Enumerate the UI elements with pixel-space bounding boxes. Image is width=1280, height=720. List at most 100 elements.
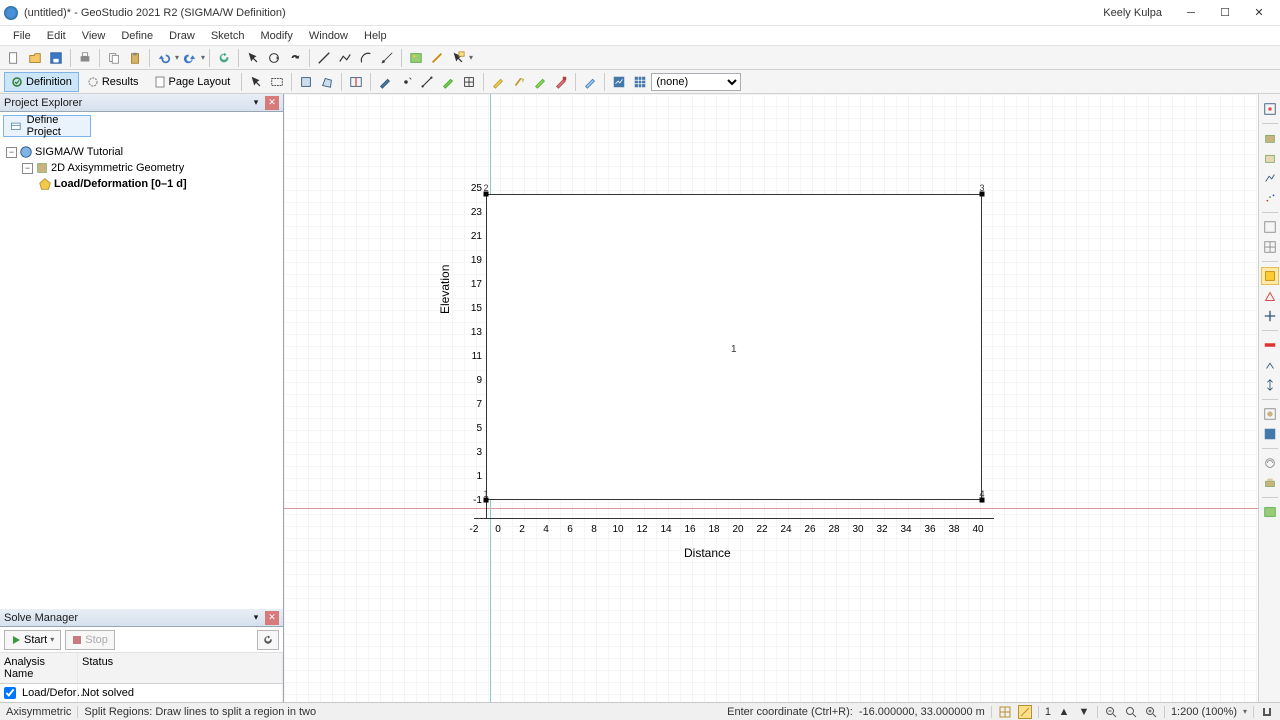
panel-close-icon[interactable]: ✕ xyxy=(265,611,279,625)
view-tool-9[interactable] xyxy=(1261,287,1279,305)
menu-draw[interactable]: Draw xyxy=(162,28,202,44)
menu-window[interactable]: Window xyxy=(302,28,355,44)
solve-row-name[interactable]: Load/Defor… xyxy=(0,684,78,702)
display-combo[interactable]: (none) xyxy=(651,73,741,91)
solve-row-checkbox[interactable] xyxy=(4,687,16,699)
bc-tool-1[interactable] xyxy=(488,72,508,92)
pan-tool[interactable] xyxy=(267,72,287,92)
refresh-button[interactable] xyxy=(214,48,234,68)
measure-tool[interactable] xyxy=(427,48,447,68)
col-status[interactable]: Status xyxy=(78,653,283,684)
sketch-line-tool[interactable] xyxy=(314,48,334,68)
view-tool-4[interactable] xyxy=(1261,169,1279,187)
save-button[interactable] xyxy=(46,48,66,68)
view-tool-6[interactable] xyxy=(1261,218,1279,236)
view-tool-8[interactable] xyxy=(1261,267,1279,285)
right-toolbar xyxy=(1258,94,1280,702)
col-analysis-name[interactable]: Analysis Name xyxy=(0,653,78,684)
units-icon[interactable] xyxy=(1260,705,1274,719)
region-tool[interactable] xyxy=(296,72,316,92)
pointer-tool[interactable] xyxy=(246,72,266,92)
close-button[interactable]: ✕ xyxy=(1242,2,1276,24)
menu-view[interactable]: View xyxy=(75,28,113,44)
view-tool-7[interactable] xyxy=(1261,238,1279,256)
menu-define[interactable]: Define xyxy=(114,28,160,44)
redo-button[interactable] xyxy=(180,48,200,68)
results-grid-tool[interactable] xyxy=(630,72,650,92)
tree-root[interactable]: − SIGMA/W Tutorial xyxy=(2,144,281,160)
view-tool-17[interactable] xyxy=(1261,474,1279,492)
collapse-icon[interactable]: − xyxy=(6,147,17,158)
collapse-icon[interactable]: − xyxy=(22,163,33,174)
menu-modify[interactable]: Modify xyxy=(253,28,299,44)
print-button[interactable] xyxy=(75,48,95,68)
grid-snap-icon[interactable] xyxy=(998,705,1012,719)
pin-icon[interactable]: ▾ xyxy=(249,611,263,625)
copy-button[interactable] xyxy=(104,48,124,68)
tree-analysis[interactable]: Load/Deformation [0–1 d] xyxy=(2,176,281,192)
view-tool-18[interactable] xyxy=(1261,503,1279,521)
line-tool[interactable] xyxy=(417,72,437,92)
bc-tool-5[interactable] xyxy=(580,72,600,92)
view-tool-1[interactable] xyxy=(1261,100,1279,118)
project-tree[interactable]: − SIGMA/W Tutorial − 2D Axisymmetric Geo… xyxy=(0,140,283,609)
tree-geometry[interactable]: − 2D Axisymmetric Geometry xyxy=(2,160,281,176)
menu-file[interactable]: File xyxy=(6,28,38,44)
rotate-tool[interactable] xyxy=(264,48,284,68)
page-down-icon[interactable]: ▼ xyxy=(1077,705,1091,719)
menu-help[interactable]: Help xyxy=(357,28,394,44)
mesh-tool[interactable] xyxy=(459,72,479,92)
undo-button[interactable] xyxy=(154,48,174,68)
panel-close-icon[interactable]: ✕ xyxy=(265,96,279,110)
menu-sketch[interactable]: Sketch xyxy=(204,28,252,44)
new-button[interactable] xyxy=(4,48,24,68)
split-region-tool[interactable] xyxy=(346,72,366,92)
view-tool-2[interactable] xyxy=(1261,129,1279,147)
bc-tool-2[interactable] xyxy=(509,72,529,92)
view-tool-16[interactable] xyxy=(1261,454,1279,472)
solve-start-button[interactable]: Start ▾ xyxy=(4,630,61,650)
view-tool-13[interactable] xyxy=(1261,376,1279,394)
redo-tool[interactable] xyxy=(285,48,305,68)
zoom-out-icon[interactable] xyxy=(1104,705,1118,719)
zoom-fit-icon[interactable] xyxy=(1124,705,1138,719)
menu-edit[interactable]: Edit xyxy=(40,28,73,44)
pin-icon[interactable]: ▾ xyxy=(249,96,263,110)
tab-page-layout[interactable]: Page Layout xyxy=(147,72,238,92)
view-tool-12[interactable] xyxy=(1261,356,1279,374)
view-tool-15[interactable] xyxy=(1261,425,1279,443)
view-tool-14[interactable] xyxy=(1261,405,1279,423)
bc-tool-3[interactable] xyxy=(530,72,550,92)
status-zoom[interactable]: 1:200 (100%) xyxy=(1171,706,1237,718)
material-tool[interactable] xyxy=(438,72,458,92)
results-graph-tool[interactable] xyxy=(609,72,629,92)
bc-tool-4[interactable] xyxy=(551,72,571,92)
select-tool[interactable] xyxy=(243,48,263,68)
maximize-button[interactable]: ☐ xyxy=(1208,2,1242,24)
view-tool-10[interactable] xyxy=(1261,307,1279,325)
view-tool-5[interactable] xyxy=(1261,189,1279,207)
drawing-canvas[interactable]: -1 1 3 5 7 9 11 13 15 17 19 21 23 25 -2 … xyxy=(284,94,1258,702)
tab-definition[interactable]: Definition xyxy=(4,72,79,92)
app-icon xyxy=(4,6,18,20)
sketch-polyline-tool[interactable] xyxy=(335,48,355,68)
point-tool[interactable] xyxy=(396,72,416,92)
view-tool-3[interactable] xyxy=(1261,149,1279,167)
page-up-icon[interactable]: ▲ xyxy=(1057,705,1071,719)
open-button[interactable] xyxy=(25,48,45,68)
snap-icon[interactable] xyxy=(1018,705,1032,719)
draw-pen-tool[interactable] xyxy=(375,72,395,92)
view-tool-11[interactable] xyxy=(1261,336,1279,354)
picture-tool[interactable] xyxy=(406,48,426,68)
options-tool[interactable] xyxy=(448,48,468,68)
solve-stop-button[interactable]: Stop xyxy=(65,630,115,650)
zoom-in-icon[interactable] xyxy=(1144,705,1158,719)
sketch-arc-tool[interactable] xyxy=(356,48,376,68)
solve-refresh-button[interactable] xyxy=(257,630,279,650)
define-project-button[interactable]: Define Project xyxy=(3,115,91,137)
minimize-button[interactable]: ─ xyxy=(1174,2,1208,24)
region-poly-tool[interactable] xyxy=(317,72,337,92)
paste-button[interactable] xyxy=(125,48,145,68)
sketch-dim-tool[interactable] xyxy=(377,48,397,68)
tab-results[interactable]: Results xyxy=(80,72,146,92)
